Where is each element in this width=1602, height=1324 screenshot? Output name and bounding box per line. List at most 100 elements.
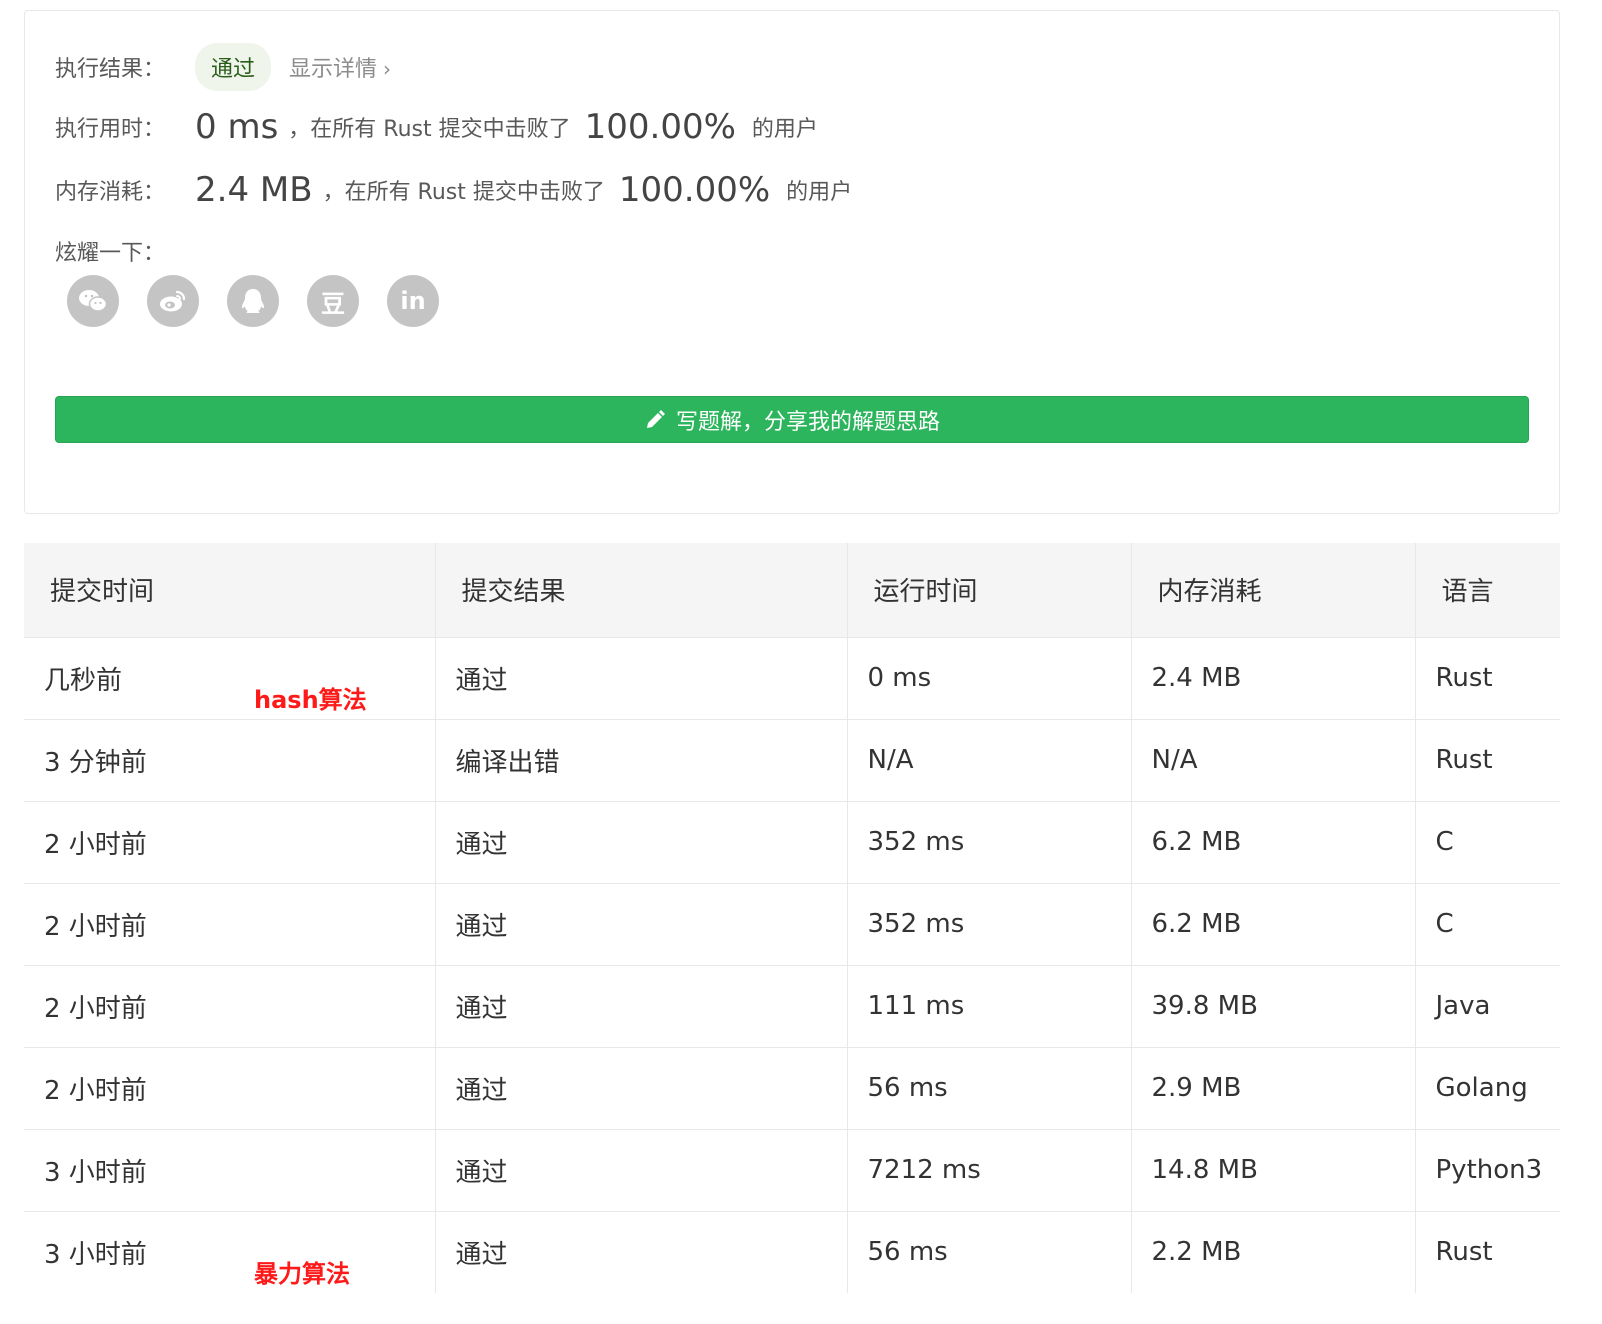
cell-language-text: C [1435,909,1454,939]
cell-language: Rust [1415,1210,1560,1293]
cell-runtime-text: 56 ms [867,1237,948,1268]
cell-submit-result[interactable]: 编译出错 [435,718,848,801]
cell-runtime-text: 56 ms [867,1073,948,1103]
share-wechat-button[interactable] [67,275,119,327]
cell-submit-time-text: 2 小时前 [44,1075,147,1106]
cell-submit-time-text: 2 小时前 [44,829,147,860]
runtime-beat-text: ，在所有 Rust 提交中击败了 [288,117,571,142]
cell-memory: 14.8 MB [1131,1128,1416,1211]
cell-submit-time-text: 3 小时前 [44,1157,147,1188]
cell-submit-time-text: 2 小时前 [44,911,147,942]
cell-runtime-text: 0 ms [867,663,932,693]
cell-submit-result-text[interactable]: 通过 [456,1158,508,1188]
cell-submit-time: 2 小时前 [24,1046,436,1129]
cell-submit-time-text: 3 分钟前 [44,747,147,778]
cell-submit-result[interactable]: 通过 [435,964,848,1047]
runtime-label: 执行用时： [55,117,166,142]
cell-submit-result-text[interactable]: 通过 [456,666,508,696]
cell-memory-text: 6.2 MB [1151,827,1242,857]
table-row[interactable]: 2 小时前 通过 56 ms 2.9 MB Golang [24,1046,1560,1129]
cell-submit-time-text: 3 小时前 [44,1239,147,1270]
cell-submit-result-text[interactable]: 通过 [456,1240,508,1270]
table-row[interactable]: 2 小时前 通过 352 ms 6.2 MB C [24,800,1560,883]
share-label: 炫耀一下： [55,241,166,266]
submissions-table: 提交时间 提交结果 运行时间 内存消耗 语言 几秒前 hash算法 通过 0 ms 2.… [24,543,1560,1293]
cell-submit-result-text[interactable]: 通过 [456,912,508,942]
runtime-users-text: 的用户 [751,117,818,142]
memory-value: 2.4 MB [195,170,313,210]
memory-beat-text: ，在所有 Rust 提交中击败了 [322,180,605,205]
cell-submit-time: 3 小时前 暴力算法 [24,1210,436,1293]
cell-language: Java [1415,964,1560,1047]
cell-memory: 6.2 MB [1131,800,1416,883]
share-weibo-button[interactable] [147,275,199,327]
cell-submit-time: 3 小时前 [24,1128,436,1211]
cell-runtime: 111 ms [847,964,1132,1047]
cell-submit-result[interactable]: 通过 [435,800,848,883]
cell-language: Rust [1415,718,1560,801]
douban-icon: 豆 [321,289,345,318]
cell-language: Golang [1415,1046,1560,1129]
cell-submit-result-text[interactable]: 通过 [456,994,508,1024]
table-row[interactable]: 3 分钟前 编译出错 N/A N/A Rust [24,718,1560,801]
cell-runtime: 56 ms [847,1046,1132,1129]
write-solution-button[interactable]: 写题解，分享我的解题思路 [55,396,1529,443]
cell-submit-time: 几秒前 hash算法 [24,636,436,719]
cell-language-text: Java [1435,991,1491,1021]
chevron-right-icon: › [383,57,392,81]
weibo-icon [160,290,186,312]
runtime-percent: 100.00% [584,107,736,147]
cell-runtime: 352 ms [847,800,1132,883]
cell-submit-result-text[interactable]: 通过 [456,1076,508,1106]
cell-language-text: Rust [1435,663,1493,693]
table-row[interactable]: 3 小时前 暴力算法 通过 56 ms 2.2 MB Rust [24,1210,1560,1293]
cell-memory-text: 2.2 MB [1151,1237,1242,1268]
memory-row: 内存消耗： 2.4 MB ，在所有 Rust 提交中击败了 100.00% 的用… [55,170,852,210]
cell-memory-text: 2.4 MB [1151,663,1242,693]
cell-language: Python3 [1415,1128,1560,1211]
cell-submit-time: 2 小时前 [24,882,436,965]
table-row[interactable]: 几秒前 hash算法 通过 0 ms 2.4 MB Rust [24,636,1560,719]
cell-submit-time-text: 几秒前 [44,665,123,696]
table-row[interactable]: 2 小时前 通过 111 ms 39.8 MB Java [24,964,1560,1047]
cell-submit-time: 2 小时前 [24,964,436,1047]
cell-submit-result[interactable]: 通过 [435,1128,848,1211]
result-badge: 通过 [195,43,272,91]
share-douban-button[interactable]: 豆 [307,275,359,327]
header-memory: 内存消耗 [1131,543,1416,637]
cell-language-text: Rust [1435,745,1493,775]
cell-submit-result[interactable]: 通过 [435,882,848,965]
cell-language: C [1415,800,1560,883]
share-row-label: 炫耀一下： [55,235,165,267]
share-qq-button[interactable] [227,275,279,327]
cell-submit-time: 2 小时前 [24,800,436,883]
cell-submit-result-text[interactable]: 编译出错 [456,748,560,778]
share-buttons: 豆 in [67,275,439,327]
share-linkedin-button[interactable]: in [387,275,439,327]
cell-submit-result[interactable]: 通过 [435,636,848,719]
memory-label: 内存消耗： [55,180,166,205]
cell-runtime-text: 7212 ms [867,1155,981,1185]
memory-users-text: 的用户 [786,180,853,205]
header-submit-result: 提交结果 [435,543,848,637]
show-details-link[interactable]: 显示详情 › [289,51,391,83]
cell-runtime-text: 352 ms [867,909,965,939]
table-row[interactable]: 3 小时前 通过 7212 ms 14.8 MB Python3 [24,1128,1560,1211]
linkedin-icon: in [400,287,426,315]
cell-memory-text: 14.8 MB [1151,1155,1258,1185]
result-label: 执行结果： [55,57,166,82]
cell-memory: N/A [1131,718,1416,801]
cell-runtime: N/A [847,718,1132,801]
cell-memory: 2.4 MB [1131,636,1416,719]
qq-icon [242,289,264,313]
cell-submit-result[interactable]: 通过 [435,1210,848,1293]
header-runtime: 运行时间 [847,543,1132,637]
cell-submit-result[interactable]: 通过 [435,1046,848,1129]
cell-submit-time: 3 分钟前 [24,718,436,801]
annotation-note: hash算法 [254,685,367,714]
wechat-icon [79,290,108,312]
memory-percent: 100.00% [618,170,771,210]
cell-submit-result-text[interactable]: 通过 [456,830,508,860]
table-row[interactable]: 2 小时前 通过 352 ms 6.2 MB C [24,882,1560,965]
write-solution-label: 写题解，分享我的解题思路 [675,409,940,435]
